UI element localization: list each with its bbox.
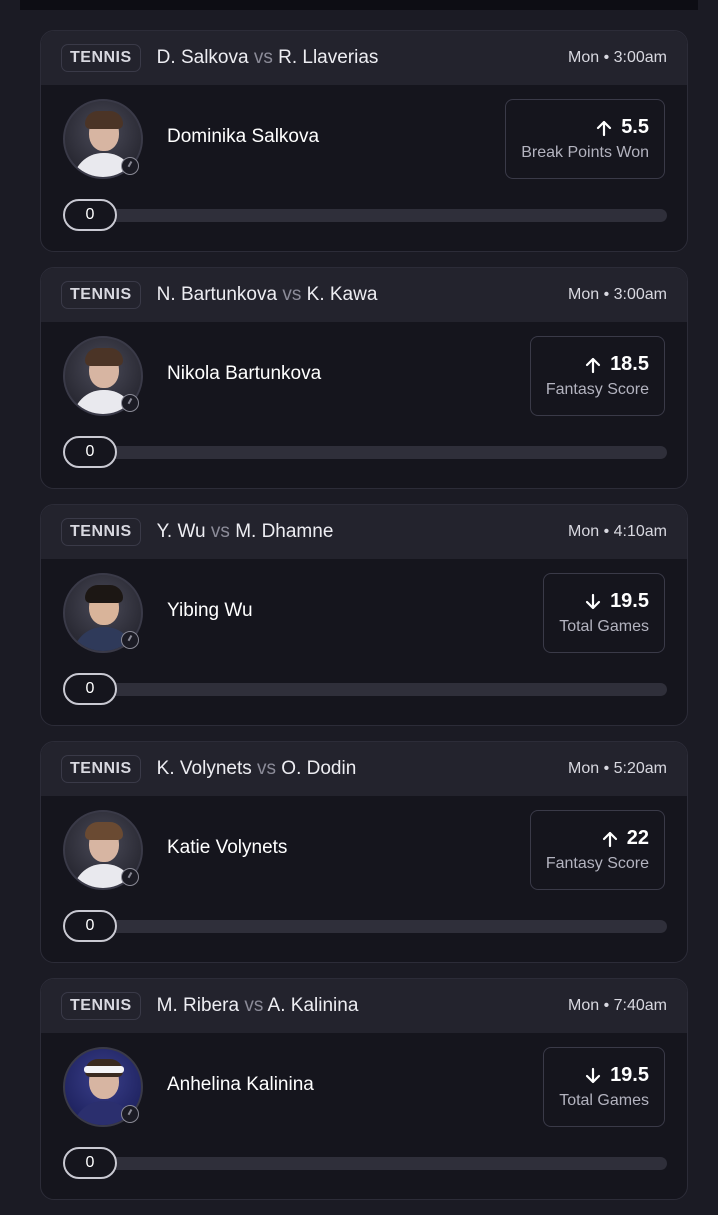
line-value: 18.5 xyxy=(610,353,649,375)
team-b: O. Dodin xyxy=(281,758,357,779)
card-header: TENNIS K. Volynets vs O. Dodin Mon • 5:2… xyxy=(41,742,687,796)
projection-box[interactable]: 18.5 Fantasy Score xyxy=(529,336,665,416)
progress-track xyxy=(73,446,667,459)
progress-bar: 0 xyxy=(63,673,667,705)
pick-card[interactable]: TENNIS K. Volynets vs O. Dodin Mon • 5:2… xyxy=(40,741,688,963)
match-time: Mon • 5:20am xyxy=(568,760,667,777)
line-value: 19.5 xyxy=(610,1064,649,1086)
matchup: M. Ribera vs A. Kalinina xyxy=(157,995,359,1017)
projection-box[interactable]: 19.5 Total Games xyxy=(543,573,665,653)
clock-icon xyxy=(121,868,139,886)
clock-icon xyxy=(121,394,139,412)
pick-card[interactable]: TENNIS M. Ribera vs A. Kalinina Mon • 7:… xyxy=(40,978,688,1200)
avatar-hair xyxy=(85,111,123,129)
team-b: A. Kalinina xyxy=(267,995,359,1016)
clock-icon xyxy=(121,1105,139,1123)
progress-bar: 0 xyxy=(63,1147,667,1179)
card-header: TENNIS N. Bartunkova vs K. Kawa Mon • 3:… xyxy=(41,268,687,322)
progress-value: 0 xyxy=(63,436,117,468)
team-b: R. Llaverias xyxy=(278,47,379,68)
team-b: M. Dhamne xyxy=(235,521,334,542)
vs-label: vs xyxy=(282,284,302,305)
projection-line: 22 xyxy=(601,827,649,850)
player-name: Anhelina Kalinina xyxy=(167,1074,314,1095)
arrow-up-icon xyxy=(597,120,612,136)
clock-icon xyxy=(121,631,139,649)
team-b: K. Kawa xyxy=(306,284,378,305)
avatar-headband xyxy=(84,1066,124,1073)
arrow-up-icon xyxy=(585,357,601,373)
line-value: 5.5 xyxy=(621,116,649,138)
team-a: K. Volynets xyxy=(156,758,252,779)
projection-line: 18.5 xyxy=(584,353,649,376)
pick-card[interactable]: TENNIS D. Salkova vs R. Llaverias Mon • … xyxy=(40,30,688,252)
matchup: N. Bartunkova vs K. Kawa xyxy=(157,284,378,306)
matchup: Y. Wu vs M. Dhamne xyxy=(157,521,334,543)
arrow-down-icon xyxy=(585,593,601,609)
team-a: M. Ribera xyxy=(156,995,240,1016)
projection-line: 19.5 xyxy=(584,1064,649,1087)
stat-label: Fantasy Score xyxy=(545,381,649,398)
progress-track xyxy=(73,209,667,222)
match-time: Mon • 4:10am xyxy=(568,523,667,540)
sport-badge: TENNIS xyxy=(61,281,141,309)
team-a: Y. Wu xyxy=(156,521,206,542)
vs-label: vs xyxy=(244,995,264,1016)
stat-label: Total Games xyxy=(559,618,649,635)
progress-track xyxy=(73,1157,667,1170)
card-header: TENNIS Y. Wu vs M. Dhamne Mon • 4:10am xyxy=(41,505,687,559)
progress-bar: 0 xyxy=(63,436,667,468)
pick-list: TENNIS D. Salkova vs R. Llaverias Mon • … xyxy=(40,30,688,1215)
vs-label: vs xyxy=(257,758,277,779)
projection-line: 5.5 xyxy=(595,116,649,139)
player-name: Nikola Bartunkova xyxy=(167,363,322,384)
projection-box[interactable]: 5.5 Break Points Won xyxy=(505,99,665,179)
stat-label: Fantasy Score xyxy=(545,855,649,872)
vs-label: vs xyxy=(210,521,230,542)
team-a: D. Salkova xyxy=(156,47,249,68)
match-time: Mon • 7:40am xyxy=(568,997,667,1014)
pick-card[interactable]: TENNIS Y. Wu vs M. Dhamne Mon • 4:10am Y… xyxy=(40,504,688,726)
projection-line: 19.5 xyxy=(584,590,649,613)
player-name: Dominika Salkova xyxy=(167,126,320,147)
progress-value: 0 xyxy=(63,199,117,231)
avatar-hair xyxy=(85,585,123,603)
matchup: D. Salkova vs R. Llaverias xyxy=(157,47,379,69)
team-a: N. Bartunkova xyxy=(156,284,278,305)
card-header: TENNIS M. Ribera vs A. Kalinina Mon • 7:… xyxy=(41,979,687,1033)
progress-value: 0 xyxy=(63,673,117,705)
progress-track xyxy=(73,683,667,696)
progress-bar: 0 xyxy=(63,199,667,231)
sport-badge: TENNIS xyxy=(61,755,141,783)
pick-card[interactable]: TENNIS N. Bartunkova vs K. Kawa Mon • 3:… xyxy=(40,267,688,489)
progress-value: 0 xyxy=(63,1147,117,1179)
arrow-down-icon xyxy=(585,1067,601,1083)
sport-badge: TENNIS xyxy=(61,518,141,546)
stat-label: Break Points Won xyxy=(521,144,649,161)
clock-icon xyxy=(121,157,139,175)
stat-label: Total Games xyxy=(559,1092,649,1109)
match-time: Mon • 3:00am xyxy=(568,49,667,66)
line-value: 19.5 xyxy=(610,590,649,612)
projection-box[interactable]: 19.5 Total Games xyxy=(543,1047,665,1127)
arrow-up-icon xyxy=(602,831,617,847)
line-value: 22 xyxy=(626,827,649,849)
player-name: Katie Volynets xyxy=(167,837,288,858)
avatar-hair xyxy=(85,822,123,840)
player-name: Yibing Wu xyxy=(167,600,253,621)
sport-badge: TENNIS xyxy=(61,44,141,72)
avatar-hair xyxy=(85,348,123,366)
vs-label: vs xyxy=(253,47,273,68)
progress-track xyxy=(73,920,667,933)
progress-bar: 0 xyxy=(63,910,667,942)
match-time: Mon • 3:00am xyxy=(568,286,667,303)
top-bar xyxy=(20,0,698,10)
projection-box[interactable]: 22 Fantasy Score xyxy=(529,810,665,890)
card-header: TENNIS D. Salkova vs R. Llaverias Mon • … xyxy=(41,31,687,85)
progress-value: 0 xyxy=(63,910,117,942)
matchup: K. Volynets vs O. Dodin xyxy=(157,758,357,780)
sport-badge: TENNIS xyxy=(61,992,141,1020)
